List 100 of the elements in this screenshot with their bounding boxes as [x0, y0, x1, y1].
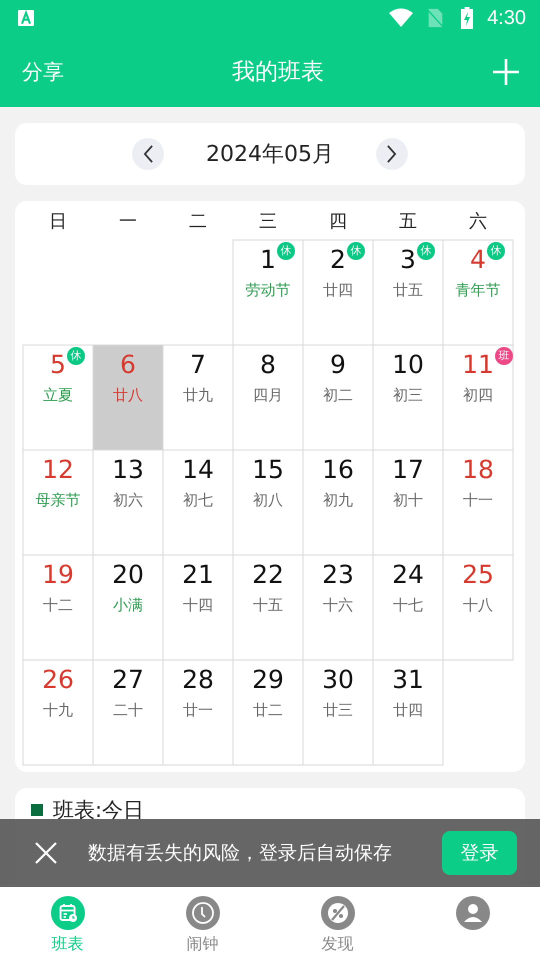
person-icon [456, 896, 490, 930]
lunar-date: 廿二 [253, 701, 283, 720]
day-number: 27 [112, 665, 144, 695]
previous-month-button[interactable] [132, 138, 164, 170]
day-cell[interactable]: 8 四月 [233, 345, 303, 450]
day-number: 21 [182, 560, 214, 590]
day-number: 13 [112, 455, 144, 485]
day-number: 9 [330, 350, 346, 380]
day-number: 6 [120, 350, 136, 380]
day-number: 19 [42, 560, 74, 590]
lunar-date: 初六 [113, 491, 143, 510]
day-number: 8 [260, 350, 276, 380]
day-cell[interactable]: 24 十七 [373, 555, 443, 660]
day-number: 30 [322, 665, 354, 695]
weekday-label: 三 [258, 210, 278, 232]
day-cell[interactable]: 19 十二 [23, 555, 93, 660]
toast-message: 数据有丢失的风险，登录后自动保存 [88, 841, 393, 866]
lunar-date: 母亲节 [36, 491, 80, 510]
day-cell[interactable]: 10 初三 [373, 345, 443, 450]
day-number: 25 [462, 560, 494, 590]
lunar-date: 十四 [183, 596, 213, 615]
day-number: 12 [42, 455, 74, 485]
day-cell[interactable]: 31 廿四 [373, 660, 443, 765]
day-number: 20 [112, 560, 144, 590]
day-number: 16 [322, 455, 354, 485]
day-cell[interactable]: 17 初十 [373, 450, 443, 555]
day-number: 10 [392, 350, 424, 380]
weekday-label: 四 [328, 210, 348, 232]
weekday-label: 五 [398, 210, 418, 232]
day-badge: 休 [66, 347, 85, 365]
lunar-date: 廿三 [323, 701, 353, 720]
day-number: 15 [252, 455, 284, 485]
lunar-date: 廿一 [183, 701, 213, 720]
weekday-label: 日 [48, 210, 68, 232]
day-cell[interactable]: 21 十四 [163, 555, 233, 660]
day-cell[interactable]: 16 初九 [303, 450, 373, 555]
day-number: 14 [182, 455, 214, 485]
day-number: 24 [392, 560, 424, 590]
close-icon [35, 842, 57, 864]
day-cell[interactable]: 18 十一 [443, 450, 513, 555]
month-label: 2024年05月 [206, 141, 334, 169]
day-cell[interactable]: 7 廿九 [163, 345, 233, 450]
lunar-date: 四月 [253, 386, 283, 405]
lunar-date: 初三 [393, 386, 423, 405]
day-cell[interactable]: 12 母亲节 [23, 450, 93, 555]
day-cell[interactable]: 13 初六 [93, 450, 163, 555]
close-button[interactable] [35, 842, 57, 864]
day-cell[interactable]: 30 廿三 [303, 660, 373, 765]
lunar-date: 初七 [183, 491, 213, 510]
weekday-label: 二 [188, 210, 208, 232]
lunar-date: 初四 [463, 386, 493, 405]
lunar-date: 二十 [113, 701, 143, 720]
day-cell[interactable]: 15 初八 [233, 450, 303, 555]
battery-charging-icon [461, 7, 474, 29]
day-cell[interactable]: 25 十八 [443, 555, 513, 660]
day-cell[interactable]: 29 廿二 [233, 660, 303, 765]
day-cell[interactable]: 20 小满 [93, 555, 163, 660]
wifi-icon [389, 8, 414, 28]
day-cell[interactable]: 28 廿一 [163, 660, 233, 765]
lunar-date: 青年节 [456, 281, 500, 300]
day-cell[interactable]: 23 十六 [303, 555, 373, 660]
status-time: 4:30 [487, 6, 526, 30]
day-cell[interactable]: 27 二十 [93, 660, 163, 765]
day-number: 7 [190, 350, 206, 380]
day-cell[interactable]: 14 初七 [163, 450, 233, 555]
lunar-date: 立夏 [43, 386, 73, 405]
lunar-date: 十一 [463, 491, 493, 510]
day-number: 18 [462, 455, 494, 485]
notification-icon [18, 10, 34, 26]
lunar-date: 廿四 [323, 281, 353, 300]
section-heading: 班表:今日 [53, 797, 144, 824]
tab-item[interactable]: 闹钟 [135, 884, 270, 960]
day-number: 28 [182, 665, 214, 695]
lunar-date: 十六 [323, 596, 353, 615]
day-number: 26 [42, 665, 74, 695]
day-cell[interactable]: 9 初二 [303, 345, 373, 450]
day-number: 31 [392, 665, 424, 695]
day-number: 29 [252, 665, 284, 695]
lunar-date: 初八 [253, 491, 283, 510]
day-badge: 休 [346, 242, 365, 260]
chevron-right-icon [386, 145, 398, 163]
weekday-label: 一 [118, 210, 138, 232]
next-month-button[interactable] [376, 138, 408, 170]
day-number: 17 [392, 455, 424, 485]
lunar-date: 初二 [323, 386, 353, 405]
tab-item[interactable]: 发现 [270, 884, 405, 960]
day-badge: 休 [486, 242, 505, 260]
page-title: 我的班表 [232, 58, 324, 87]
day-badge: 休 [276, 242, 295, 260]
lunar-date: 廿五 [393, 281, 423, 300]
lunar-date: 十五 [253, 596, 283, 615]
lunar-date: 十九 [43, 701, 73, 720]
chevron-left-icon [142, 145, 154, 163]
day-cell[interactable]: 26 十九 [23, 660, 93, 765]
day-badge: 休 [416, 242, 435, 260]
plus-icon [492, 58, 520, 86]
lunar-date: 十七 [393, 596, 423, 615]
calendar-icon [50, 896, 84, 930]
day-cell[interactable]: 22 十五 [233, 555, 303, 660]
weekday-label: 六 [468, 210, 488, 232]
